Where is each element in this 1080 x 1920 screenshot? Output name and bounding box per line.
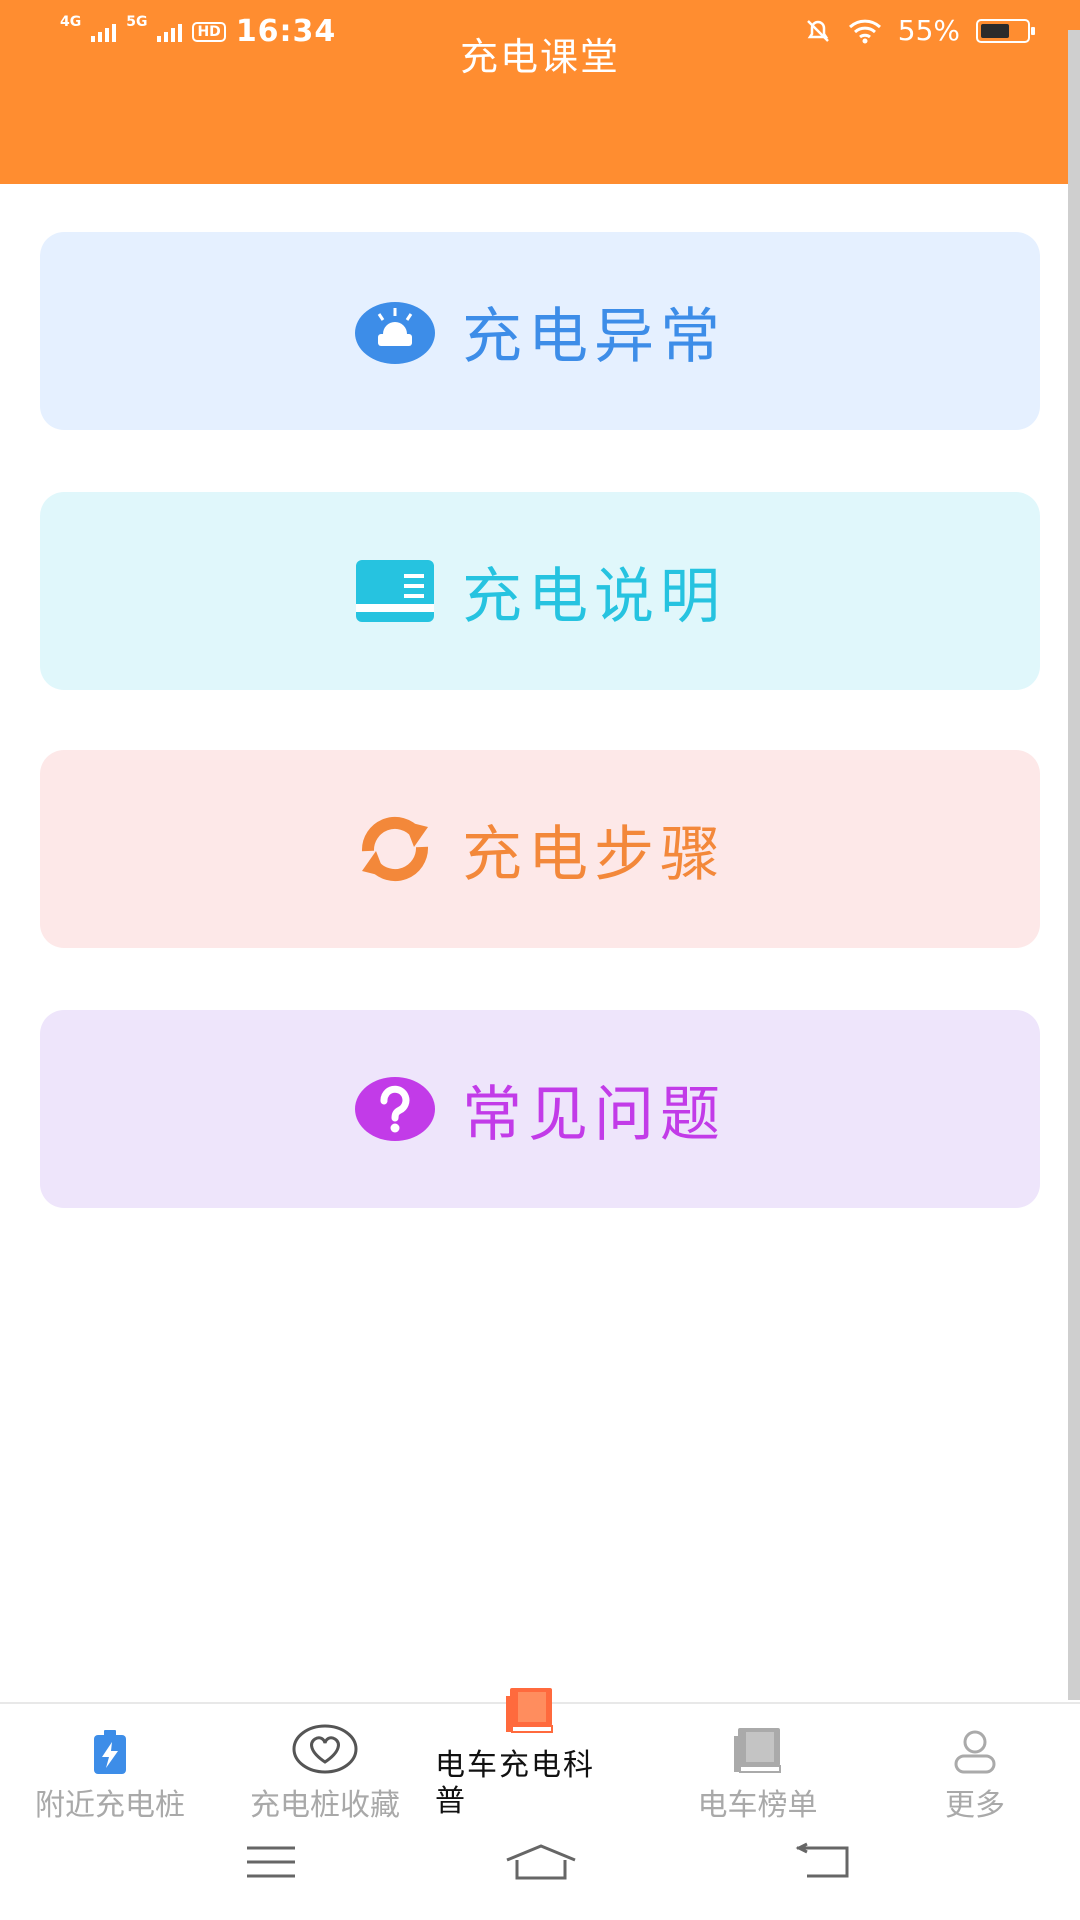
tab-more[interactable]: 更多 <box>900 1704 1050 1824</box>
charging-pile-icon <box>90 1724 130 1774</box>
menu-card-charging-abnormal[interactable]: 充电异常 <box>40 232 1040 430</box>
user-icon <box>953 1724 997 1774</box>
list-book-icon <box>733 1724 782 1774</box>
menu-card-faq[interactable]: 常见问题 <box>40 1010 1040 1208</box>
refresh-icon <box>354 808 436 890</box>
tab-label: 电车榜单 <box>697 1788 818 1823</box>
menu-card-label: 充电异常 <box>462 301 726 372</box>
book-icon <box>354 550 436 632</box>
menu-card-charging-instructions[interactable]: 充电说明 <box>40 492 1040 690</box>
system-nav-bar <box>0 1822 1080 1920</box>
tab-favorites[interactable]: 充电桩收藏 <box>225 1704 425 1824</box>
tab-label: 附近充电桩 <box>35 1788 185 1823</box>
tab-label: 更多 <box>945 1788 1005 1823</box>
book-icon <box>506 1680 554 1734</box>
tab-ev-charging-knowledge[interactable]: 电车充电科普 <box>430 1688 630 1824</box>
tab-nearby-charging[interactable]: 附近充电桩 <box>10 1704 210 1824</box>
page-title: 充电课堂 <box>459 35 620 79</box>
bottom-tab-bar: 附近充电桩 充电桩收藏 电车充电科普 电车榜单 更多 <box>0 1688 1080 1824</box>
question-icon <box>354 1068 436 1150</box>
alarm-light-icon <box>354 290 436 372</box>
app-header: 4G 5G HD 16:34 55% 充电课堂 <box>0 0 1080 184</box>
tab-ev-rankings[interactable]: 电车榜单 <box>650 1704 865 1824</box>
scrollbar[interactable] <box>1068 30 1080 1700</box>
menu-icon[interactable] <box>245 1842 297 1882</box>
menu-card-charging-steps[interactable]: 充电步骤 <box>40 750 1040 948</box>
home-icon[interactable] <box>505 1842 577 1882</box>
tab-label: 充电桩收藏 <box>250 1788 400 1823</box>
heart-icon <box>292 1724 358 1774</box>
menu-card-label: 充电说明 <box>462 561 726 632</box>
tab-label: 电车充电科普 <box>435 1748 595 1819</box>
menu-card-label: 常见问题 <box>462 1079 726 1150</box>
back-icon[interactable] <box>795 1842 851 1882</box>
menu-card-label: 充电步骤 <box>462 819 726 890</box>
